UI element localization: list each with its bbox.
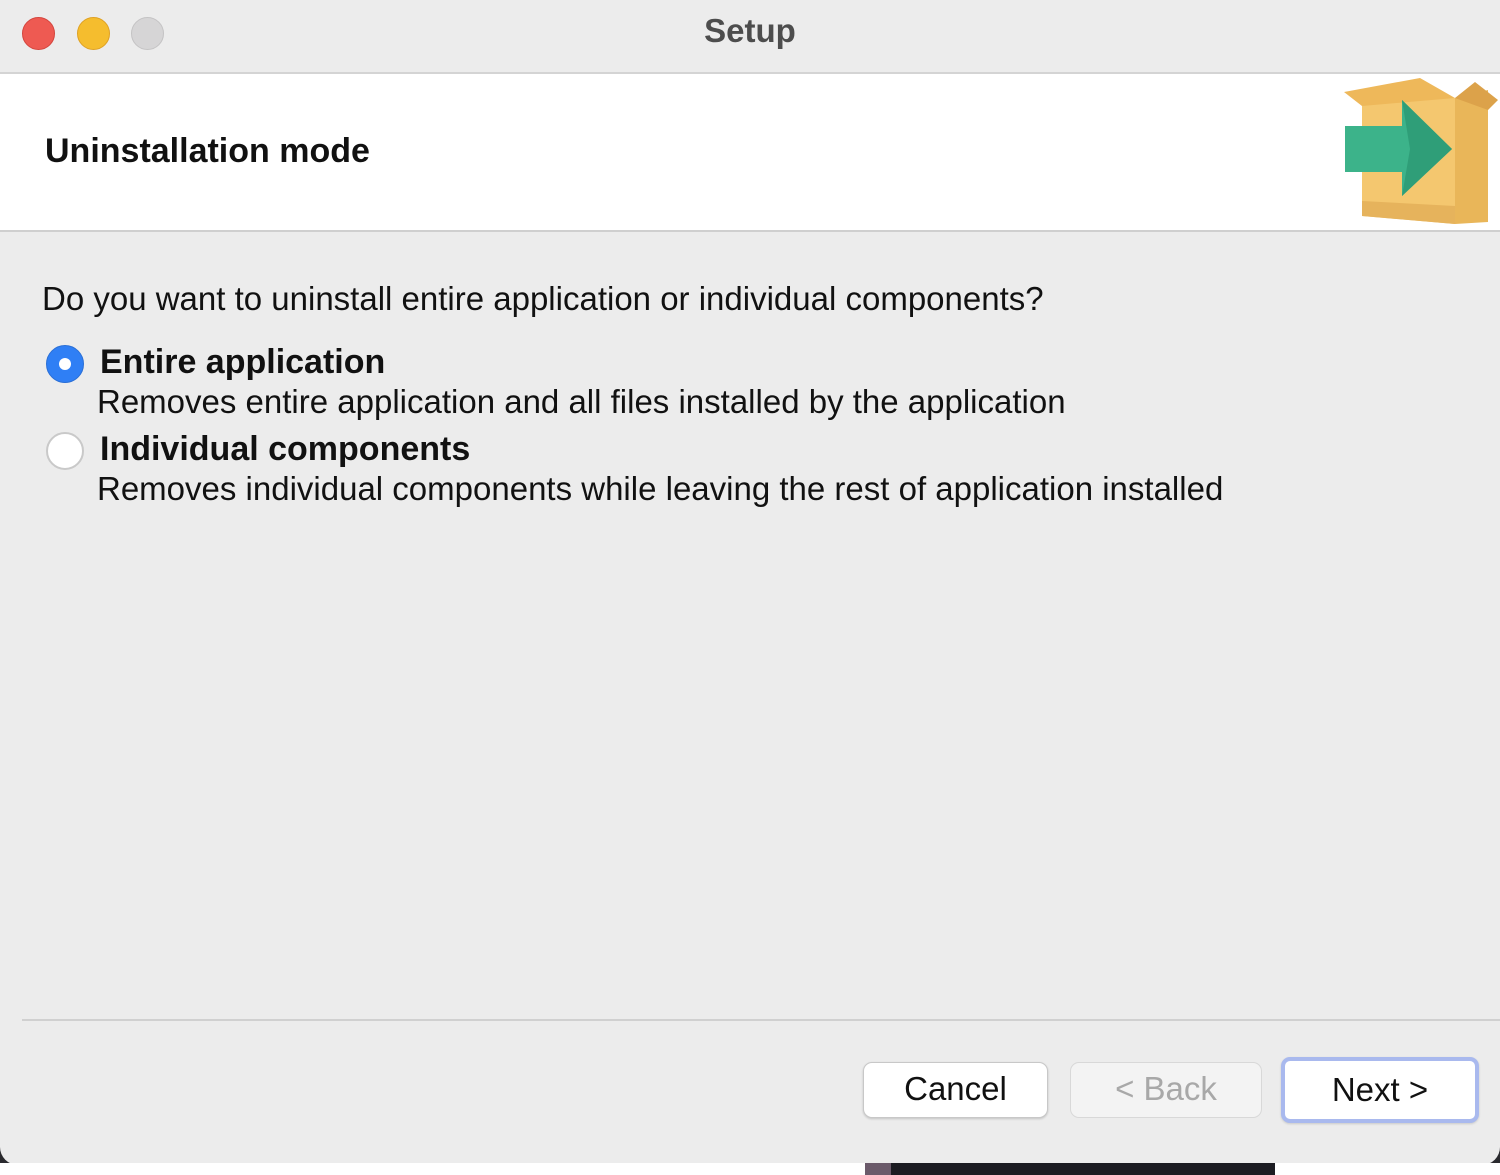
entire-application-radio[interactable] — [46, 345, 84, 383]
window-title: Setup — [704, 12, 796, 49]
footer-divider — [22, 1019, 1500, 1021]
individual-components-description: Removes individual components while leav… — [97, 470, 1224, 507]
individual-components-radio[interactable] — [46, 432, 84, 470]
desktop-background — [0, 1163, 1500, 1175]
desktop-window-edge — [865, 1163, 1275, 1175]
next-button[interactable]: Next > — [1281, 1057, 1479, 1123]
title-bar[interactable]: Setup — [0, 0, 1500, 74]
cancel-button[interactable]: Cancel — [863, 1062, 1048, 1118]
entire-application-label[interactable]: Entire application — [100, 343, 385, 382]
desktop-window-edge-tint — [865, 1163, 891, 1175]
package-arrow-icon — [1340, 76, 1500, 233]
entire-application-description: Removes entire application and all files… — [97, 383, 1066, 420]
individual-components-label[interactable]: Individual components — [100, 430, 470, 469]
page-title: Uninstallation mode — [45, 132, 370, 170]
setup-window: Setup Uninstallation mode Do you want to… — [0, 0, 1500, 1165]
header-panel: Uninstallation mode — [0, 74, 1500, 232]
back-button[interactable]: < Back — [1070, 1062, 1262, 1118]
question-text: Do you want to uninstall entire applicat… — [42, 280, 1044, 317]
